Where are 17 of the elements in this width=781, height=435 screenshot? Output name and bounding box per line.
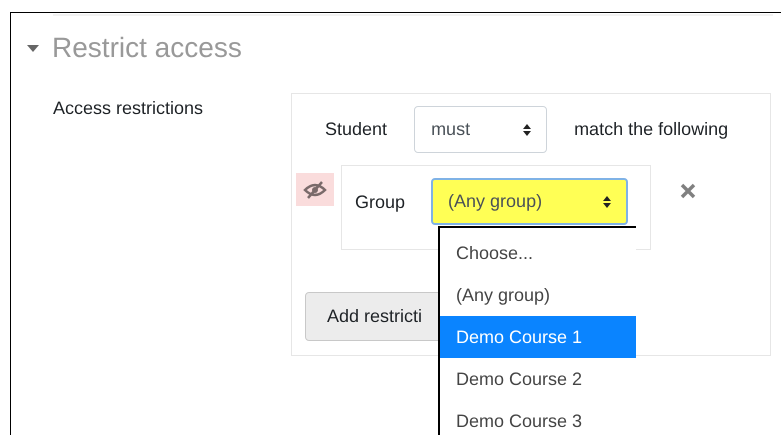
subject-label: Student — [325, 118, 388, 141]
collapse-triangle-icon[interactable] — [26, 43, 40, 53]
sort-caret-icon — [522, 122, 532, 136]
close-icon[interactable] — [680, 183, 696, 199]
mode-select[interactable]: must — [414, 106, 548, 153]
section-heading: Restrict access — [52, 31, 242, 65]
dropdown-option[interactable]: Demo Course 1 — [440, 316, 636, 358]
dropdown-option[interactable]: Demo Course 2 — [440, 358, 636, 400]
eye-slash-icon — [303, 180, 327, 200]
dropdown-option[interactable]: Demo Course 3 — [440, 400, 636, 435]
field-label: Access restrictions — [53, 98, 204, 118]
dropdown-option[interactable]: Choose... — [440, 232, 636, 274]
hidden-eye-toggle[interactable] — [296, 173, 334, 206]
condition-label: Group — [355, 191, 406, 214]
match-suffix: match the following — [574, 118, 728, 141]
group-select[interactable]: (Any group) — [431, 178, 628, 225]
sort-caret-icon — [602, 194, 612, 208]
